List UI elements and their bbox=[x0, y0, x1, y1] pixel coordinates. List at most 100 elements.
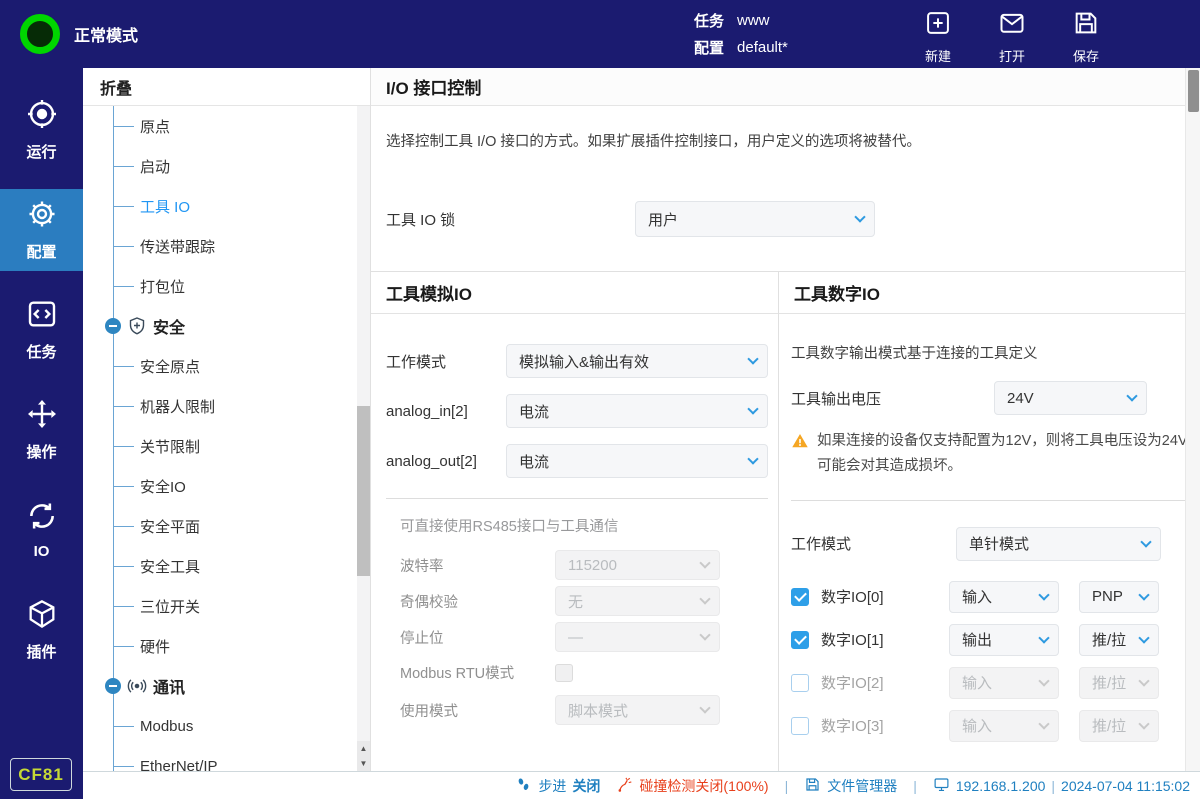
file-manager-button[interactable]: 文件管理器 bbox=[804, 776, 897, 796]
chevron-down-icon bbox=[747, 453, 758, 464]
tree-item-joint-limits[interactable]: 关节限制 bbox=[83, 426, 370, 466]
sidebar-item-io[interactable]: IO bbox=[0, 480, 83, 580]
digital-io-1-direction-select[interactable]: 输出 bbox=[949, 624, 1059, 656]
sidebar-item-plugin[interactable]: 插件 bbox=[0, 580, 83, 680]
main-scrollbar[interactable] bbox=[1185, 68, 1200, 771]
statusbar-separator: | bbox=[785, 778, 789, 794]
save-button[interactable]: 保存 bbox=[1072, 9, 1100, 65]
sidebar: 运行 配置 任务 操作 IO 插件 CF81 bbox=[0, 68, 83, 799]
stop-bit-select: — bbox=[555, 622, 720, 652]
sidebar-item-config[interactable]: 配置 bbox=[0, 189, 83, 271]
signal-icon bbox=[127, 676, 147, 696]
tool-voltage-label: 工具输出电压 bbox=[791, 388, 994, 409]
new-file-icon bbox=[924, 9, 952, 42]
tree-item-packing-position[interactable]: 打包位 bbox=[83, 266, 370, 306]
step-icon bbox=[515, 776, 532, 796]
device-code-badge: CF81 bbox=[10, 758, 72, 791]
analog-in-select[interactable]: 电流 bbox=[506, 394, 768, 428]
network-status[interactable]: 192.168.1.200 | 2024-07-04 11:15:02 bbox=[933, 776, 1190, 796]
digital-note: 工具数字输出模式基于连接的工具定义 bbox=[791, 342, 1189, 363]
chevron-down-icon bbox=[747, 353, 758, 364]
chevron-down-icon bbox=[1138, 632, 1149, 643]
collision-icon bbox=[616, 776, 633, 796]
tree-item-conveyor-tracking[interactable]: 传送带跟踪 bbox=[83, 226, 370, 266]
digital-io-1-checkbox[interactable] bbox=[791, 631, 809, 649]
robot-status-indicator-icon[interactable] bbox=[20, 14, 60, 54]
open-button[interactable]: 打开 bbox=[998, 9, 1026, 65]
collapse-bullet-icon[interactable] bbox=[105, 678, 121, 694]
tool-io-lock-select[interactable]: 用户 bbox=[635, 201, 875, 237]
main-scrollbar-thumb[interactable] bbox=[1188, 70, 1199, 112]
digital-io-row-3: 数字IO[3] 输入 推/拉 bbox=[791, 710, 1189, 742]
tool-voltage-select[interactable]: 24V bbox=[994, 381, 1147, 415]
statusbar: 步进 关闭 碰撞检测关闭(100%) | 文件管理器 | 192.168.1.2… bbox=[83, 771, 1200, 799]
robot-mode-status[interactable]: 正常模式 bbox=[20, 14, 138, 54]
move-icon bbox=[26, 398, 58, 435]
chevron-down-icon bbox=[1038, 589, 1049, 600]
tree-item-ethernet-ip[interactable]: EtherNet/IP bbox=[83, 746, 370, 771]
mode-label: 正常模式 bbox=[74, 22, 138, 46]
chevron-down-icon bbox=[699, 629, 710, 640]
chevron-down-icon bbox=[699, 702, 710, 713]
tree-collapse-header[interactable]: 折叠 bbox=[83, 68, 370, 106]
chevron-down-icon bbox=[699, 593, 710, 604]
run-icon bbox=[26, 98, 58, 135]
digital-io-2-mode-select: 推/拉 bbox=[1079, 667, 1159, 699]
sidebar-item-run[interactable]: 运行 bbox=[0, 80, 83, 180]
digital-io-0-mode-select[interactable]: PNP bbox=[1079, 581, 1159, 613]
stop-bit-label: 停止位 bbox=[400, 627, 555, 648]
scroll-up-icon[interactable]: ▲ bbox=[357, 741, 370, 756]
sidebar-item-operate[interactable]: 操作 bbox=[0, 380, 83, 480]
analog-out-select[interactable]: 电流 bbox=[506, 444, 768, 478]
modbus-rtu-label: Modbus RTU模式 bbox=[400, 662, 555, 683]
collapse-bullet-icon[interactable] bbox=[105, 318, 121, 334]
task-config-summary: 任务 www 配置 default* bbox=[694, 7, 788, 61]
collision-detection-status[interactable]: 碰撞检测关闭(100%) bbox=[616, 776, 768, 796]
tree-item-startup[interactable]: 启动 bbox=[83, 146, 370, 186]
new-button[interactable]: 新建 bbox=[924, 9, 952, 65]
work-mode-label: 工作模式 bbox=[386, 351, 506, 372]
digital-io-3-checkbox[interactable] bbox=[791, 717, 809, 735]
analog-panel-title: 工具模拟IO bbox=[371, 272, 778, 314]
baud-rate-select: 115200 bbox=[555, 550, 720, 580]
tool-io-lock-label: 工具 IO 锁 bbox=[386, 209, 635, 230]
digital-io-row-2: 数字IO[2] 输入 推/拉 bbox=[791, 667, 1189, 699]
voltage-warning: 如果连接的设备仅支持配置为12V，则将工具电压设为24V可能会对其造成损坏。 bbox=[791, 429, 1189, 480]
topbar: 正常模式 任务 www 配置 default* 新建 打开 保存 bbox=[0, 0, 1200, 68]
sidebar-item-task[interactable]: 任务 bbox=[0, 280, 83, 380]
digital-io-2-checkbox[interactable] bbox=[791, 674, 809, 692]
tree-item-modbus[interactable]: Modbus bbox=[83, 706, 370, 746]
tree-item-robot-limits[interactable]: 机器人限制 bbox=[83, 386, 370, 426]
config-label: 配置 bbox=[694, 37, 724, 58]
chevron-down-icon bbox=[747, 403, 758, 414]
digital-work-mode-select[interactable]: 单针模式 bbox=[956, 527, 1161, 561]
tree-item-safety-home[interactable]: 安全原点 bbox=[83, 346, 370, 386]
tree-item-safety-planes[interactable]: 安全平面 bbox=[83, 506, 370, 546]
chevron-down-icon bbox=[1038, 718, 1049, 729]
tree-item-three-position-switch[interactable]: 三位开关 bbox=[83, 586, 370, 626]
tree-item-hardware[interactable]: 硬件 bbox=[83, 626, 370, 666]
step-status[interactable]: 步进 关闭 bbox=[515, 776, 600, 796]
tree-group-safety[interactable]: 安全 bbox=[83, 306, 370, 346]
use-mode-select: 脚本模式 bbox=[555, 695, 720, 725]
rs485-note: 可直接使用RS485接口与工具通信 bbox=[400, 515, 768, 536]
digital-io-0-checkbox[interactable] bbox=[791, 588, 809, 606]
digital-io-1-mode-select[interactable]: 推/拉 bbox=[1079, 624, 1159, 656]
chevron-down-icon bbox=[1140, 536, 1151, 547]
config-tree-panel: 折叠 原点 启动 工具 IO 传送带跟踪 打包位 安全 安全原点 机器人限制 关… bbox=[83, 68, 371, 771]
tree-scrollbar[interactable]: ▲ ▼ bbox=[357, 106, 370, 771]
tree-item-origin[interactable]: 原点 bbox=[83, 106, 370, 146]
tree-item-tool-io[interactable]: 工具 IO bbox=[83, 186, 370, 226]
code-icon bbox=[26, 298, 58, 335]
tree-scrollbar-thumb[interactable] bbox=[357, 406, 370, 576]
scroll-down-icon[interactable]: ▼ bbox=[357, 756, 370, 771]
digital-io-0-direction-select[interactable]: 输入 bbox=[949, 581, 1059, 613]
analog-work-mode-select[interactable]: 模拟输入&输出有效 bbox=[506, 344, 768, 378]
tree-item-safety-io[interactable]: 安全IO bbox=[83, 466, 370, 506]
chevron-down-icon bbox=[854, 211, 865, 222]
digital-work-mode-label: 工作模式 bbox=[791, 533, 956, 554]
tool-analog-io-panel: 工具模拟IO 工作模式 模拟输入&输出有效 analog_in[2] 电流 bbox=[371, 272, 779, 771]
tree-group-communication[interactable]: 通讯 bbox=[83, 666, 370, 706]
digital-io-row-1: 数字IO[1] 输出 推/拉 bbox=[791, 624, 1189, 656]
tree-item-safety-tool[interactable]: 安全工具 bbox=[83, 546, 370, 586]
